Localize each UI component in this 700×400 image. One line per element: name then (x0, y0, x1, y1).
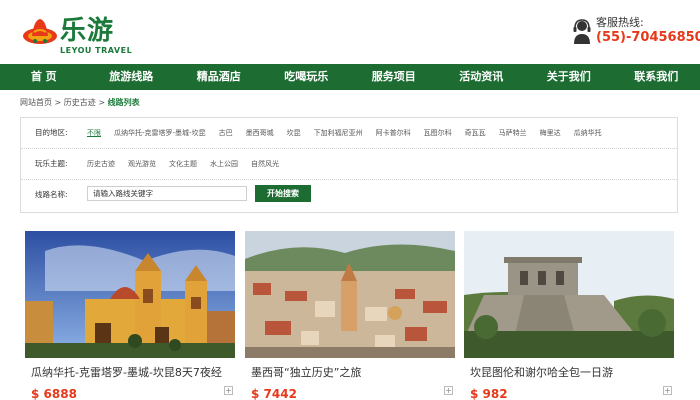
theme-option[interactable]: 文化主题 (169, 159, 197, 169)
cathedral-photo (25, 231, 235, 358)
route-card-price: $ 7442 (251, 387, 297, 400)
nav-item-home[interactable]: 首 页 (0, 64, 88, 90)
theme-option[interactable]: 水上公园 (210, 159, 238, 169)
route-card-title[interactable]: 瓜纳华托-克雷塔罗-墨城-坎昆8天7夜经 (31, 366, 231, 380)
hotline-number: (55)-70456850 (596, 30, 700, 45)
destination-option[interactable]: 不限 (87, 128, 101, 138)
destination-option[interactable]: 古巴 (219, 128, 233, 138)
breadcrumb-home[interactable]: 网站首页 (20, 98, 52, 107)
destination-label: 目的地区: (35, 128, 68, 137)
breadcrumb-sep: > (98, 98, 106, 107)
plus-icon[interactable]: + (663, 386, 672, 395)
route-card-image[interactable] (25, 231, 235, 358)
breadcrumb-current: 线路列表 (107, 98, 140, 107)
logo-text-en: LEYOU TRAVEL (60, 46, 133, 55)
nav-item-news[interactable]: 活动资讯 (438, 64, 526, 90)
filter-row-theme: 玩乐主题: 历史古迹 观光游览 文化主题 水上公园 自然风光 (21, 149, 677, 180)
route-card-image[interactable] (464, 231, 674, 358)
hotline-label: 客服热线: (596, 16, 644, 29)
route-search-input[interactable] (87, 186, 247, 201)
hotline: 客服热线: (55)-70456850 (572, 14, 700, 50)
breadcrumb: 网站首页 > 历史古迹 > 线路列表 (20, 98, 140, 108)
route-card[interactable]: 瓜纳华托-克雷塔罗-墨城-坎昆8天7夜经 $ 6888 + (25, 231, 235, 400)
main-nav: 首 页 旅游线路 精品酒店 吃喝玩乐 服务项目 活动资讯 关于我们 联系我们 (0, 64, 700, 90)
breadcrumb-sep: > (54, 98, 62, 107)
plus-icon[interactable]: + (444, 386, 453, 395)
destination-option[interactable]: 瓜纳华托-克雷塔罗-墨城-坎昆 (114, 128, 206, 138)
filter-row-destination: 目的地区: 不限 瓜纳华托-克雷塔罗-墨城-坎昆 古巴 墨西哥城 坎昆 下加利福… (21, 118, 677, 149)
destination-option[interactable]: 阿卡普尔科 (376, 128, 411, 138)
site-logo[interactable]: 乐游 LEYOU TRAVEL (22, 14, 132, 56)
ruins-photo (464, 231, 674, 358)
headset-icon (573, 19, 591, 44)
destination-option[interactable]: 马萨特兰 (499, 128, 527, 138)
route-card[interactable]: 墨西哥“独立历史”之旅 $ 7442 + (245, 231, 455, 400)
route-card-title[interactable]: 墨西哥“独立历史”之旅 (251, 366, 451, 380)
breadcrumb-parent[interactable]: 历史古迹 (64, 98, 96, 107)
nav-item-about[interactable]: 关于我们 (525, 64, 613, 90)
destination-option[interactable]: 瓜纳华托 (574, 128, 602, 138)
route-card-image[interactable] (245, 231, 455, 358)
filter-row-route: 线路名称: 开始搜索 (21, 180, 677, 212)
nav-item-contact[interactable]: 联系我们 (613, 64, 700, 90)
destination-option[interactable]: 瓦图尔科 (424, 128, 452, 138)
start-search-button[interactable]: 开始搜索 (255, 185, 311, 202)
destination-option[interactable]: 坎昆 (287, 128, 301, 138)
route-card-title[interactable]: 坎昆图伦和谢尔哈全包一日游 (470, 366, 670, 380)
nav-item-food-fun[interactable]: 吃喝玩乐 (263, 64, 351, 90)
plus-icon[interactable]: + (224, 386, 233, 395)
destination-option[interactable]: 墨西哥城 (246, 128, 274, 138)
destination-option[interactable]: 下加利福尼亚州 (314, 128, 363, 138)
route-card[interactable]: 坎昆图伦和谢尔哈全包一日游 $ 982 + (464, 231, 674, 400)
nav-item-routes[interactable]: 旅游线路 (88, 64, 176, 90)
logo-text-cn: 乐游 (60, 16, 115, 46)
city-photo (245, 231, 455, 358)
nav-item-hotels[interactable]: 精品酒店 (175, 64, 263, 90)
route-label: 线路名称: (35, 190, 68, 199)
theme-option[interactable]: 自然风光 (251, 159, 279, 169)
theme-option[interactable]: 观光游览 (128, 159, 156, 169)
header: 乐游 LEYOU TRAVEL 客服热线: (55)-70456850 (0, 0, 700, 64)
route-card-price: $ 982 (470, 387, 508, 400)
nav-item-services[interactable]: 服务项目 (350, 64, 438, 90)
destination-option[interactable]: 梅里达 (540, 128, 561, 138)
destination-option[interactable]: 奇瓦瓦 (465, 128, 486, 138)
route-card-price: $ 6888 (31, 387, 77, 400)
theme-option[interactable]: 历史古迹 (87, 159, 115, 169)
theme-label: 玩乐主题: (35, 159, 68, 168)
filter-panel: 目的地区: 不限 瓜纳华托-克雷塔罗-墨城-坎昆 古巴 墨西哥城 坎昆 下加利福… (20, 117, 678, 213)
sombrero-logo-icon (23, 19, 57, 44)
